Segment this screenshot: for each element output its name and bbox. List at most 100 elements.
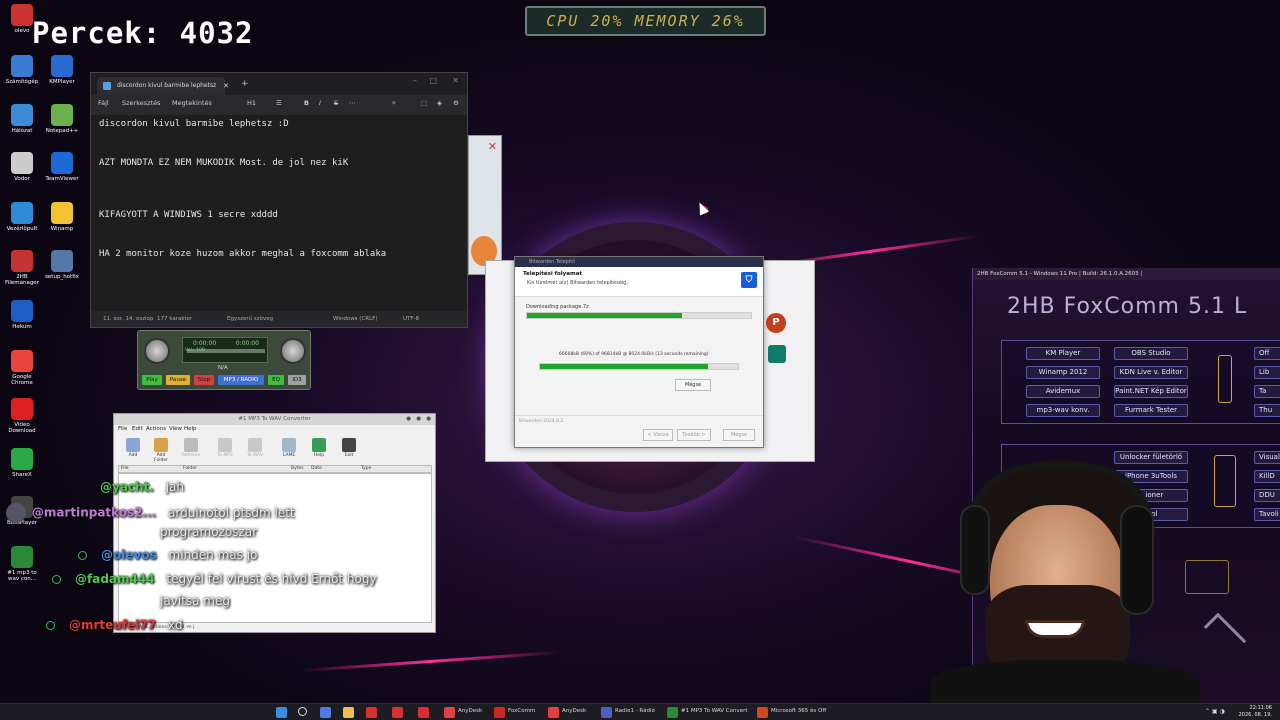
desktop-icon[interactable]: TeamViewer [42,152,82,182]
winamp-button[interactable]: Winamp 2012 [1026,366,1100,379]
music-player[interactable]: 0:00:00 0:00:00 Vol.: 100 N/A Play Pause… [137,330,311,390]
paintnet-button[interactable]: Paint.NET Kép Editor [1114,385,1188,398]
desktop-icon[interactable]: 2HB Filemanager [2,250,42,286]
desktop-icon[interactable]: ShareX [2,448,42,478]
app-icon[interactable] [366,707,377,718]
desktop-icon[interactable]: Vezérlőpult [2,202,42,232]
strikethrough-icon[interactable]: S [334,99,338,107]
cancel-download-button[interactable]: Mégse [675,379,711,391]
thunderbird-button[interactable]: Thu [1254,404,1280,417]
menu-help[interactable]: Help [184,426,197,432]
obs-button[interactable]: OBS Studio [1114,347,1188,360]
taskbar-item-label: Microsoft 365 és Off [771,708,827,714]
eq-button[interactable]: EQ [268,375,284,385]
cancel-button[interactable]: Mégse [723,429,755,441]
ai-icon[interactable]: ✧ [391,99,396,107]
menu-view[interactable]: View [169,426,182,432]
menu-file[interactable]: Fájl [98,99,109,107]
column-type[interactable]: Type [361,466,371,471]
back-button[interactable]: < Vissza [643,429,673,441]
notepad-window[interactable]: discordon kivul barmibe lephetsz ✕ + – □… [90,72,468,328]
desktop-icon[interactable]: Google Chrome [2,350,42,386]
to-wav-button[interactable]: To WAV [244,438,266,458]
id3-button[interactable]: ID3 [288,375,306,385]
balance-knob[interactable] [280,338,306,364]
desktop-icon[interactable]: Vodor [2,152,42,182]
office-button[interactable]: Off [1254,347,1280,360]
volume-knob[interactable] [144,338,170,364]
lame-button[interactable]: LAME [278,438,300,458]
killdisk-button[interactable]: KillD [1254,470,1280,483]
desktop-icon[interactable]: KMPlayer [42,55,82,85]
heading-dropdown[interactable]: H1 [247,99,256,107]
mp3-radio-button[interactable]: MP3 / RADIO [218,375,264,385]
furmark-button[interactable]: Furmark Tester [1114,404,1188,417]
desktop-icon[interactable]: Notepad++ [42,104,82,134]
ddu-button[interactable]: DDU [1254,489,1280,502]
desktop-icon[interactable]: Hálózat [2,104,42,134]
next-button[interactable]: Tovább > [677,429,711,441]
avidemux-button[interactable]: Avidemux [1026,385,1100,398]
app-icon[interactable] [392,707,403,718]
italic-icon[interactable]: I [319,99,321,107]
task-view-icon[interactable] [320,707,331,718]
desktop-icon[interactable]: Winamp [42,202,82,232]
maximize-icon[interactable]: □ [429,76,437,85]
chevron-up-icon[interactable] [1203,612,1247,656]
more-icon[interactable]: ⋯ [349,99,356,107]
export-icon[interactable]: ⬚ [421,99,427,107]
app-icon[interactable] [418,707,429,718]
clock[interactable]: 22:11:06 2026. 08. 19. [1239,705,1272,719]
close-icon[interactable]: ✕ [452,76,459,85]
file-explorer-icon[interactable] [343,707,354,718]
close-icon[interactable]: ● [426,414,431,425]
desktop-icon[interactable]: Video Download [2,398,42,434]
ta-button[interactable]: Ta [1254,385,1280,398]
menu-view[interactable]: Megtekintés [172,99,212,107]
search-icon[interactable] [298,707,307,716]
start-button[interactable] [276,707,287,718]
menu-edit[interactable]: Edit [132,426,143,432]
pause-button[interactable]: Pause [166,375,190,385]
libre-button[interactable]: Lib [1254,366,1280,379]
tray-icons[interactable]: ⌃ ▣ ◑ [1205,708,1225,715]
column-bytes[interactable]: Bytes [291,466,304,471]
remove-button[interactable]: Remove [180,438,202,458]
column-folder[interactable]: Folder [183,466,197,471]
exit-button[interactable]: Exit [338,438,360,458]
column-date[interactable]: Date [311,466,322,471]
desktop-icon[interactable]: Hekum [2,300,42,330]
visual-studio-button[interactable]: Visual S [1254,451,1280,464]
background-window[interactable]: ✕ [468,135,502,275]
menu-actions[interactable]: Actions [146,426,166,432]
list-icon[interactable]: ☰ [276,99,282,107]
new-tab-icon[interactable]: + [241,79,249,89]
kdenlive-button[interactable]: KDN Live v. Editor [1114,366,1188,379]
copilot-icon[interactable]: ◈ [437,99,442,107]
stop-button[interactable]: Stop [194,375,214,385]
close-icon[interactable]: ✕ [488,140,497,153]
add-button[interactable]: Add [122,438,144,458]
desktop-icon[interactable]: setup_hotfix [42,250,82,280]
app-icon [11,448,33,470]
column-file[interactable]: File [121,466,129,471]
mp3-wav-button[interactable]: mp3-wav konv. [1026,404,1100,417]
menu-edit[interactable]: Szerkesztés [122,99,160,107]
minimize-icon[interactable]: – [413,76,417,85]
minimize-icon[interactable]: ● [406,414,411,425]
play-button[interactable]: Play [142,375,162,385]
desktop-icon[interactable]: Számítógép [2,55,42,85]
kmplayer-button[interactable]: KM Player [1026,347,1100,360]
help-button[interactable]: Help [308,438,330,458]
close-tab-icon[interactable]: ✕ [223,77,229,95]
maximize-icon[interactable]: ● [416,414,421,425]
remote-button[interactable]: Tavoli [1254,508,1280,521]
notepad-tab[interactable]: discordon kivul barmibe lephetsz ✕ [97,77,229,95]
notepad-text-area[interactable]: discordon kivul barmibe lephetsz :D AZT … [91,115,467,311]
bold-icon[interactable]: B [304,99,309,107]
settings-icon[interactable]: ⚙ [453,99,459,107]
menu-file[interactable]: File [118,426,127,432]
to-mp3-button[interactable]: To MP3 [214,438,236,458]
add-folder-button[interactable]: Add Folder [150,438,172,463]
bitwarden-installer-window[interactable]: Bitwarden Telepítő Telepítési folyamat K… [514,256,764,448]
